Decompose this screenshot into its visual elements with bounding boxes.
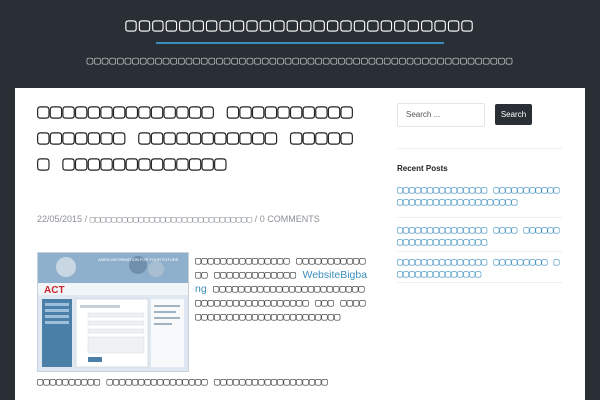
site-title-underline — [156, 42, 444, 44]
content-card: ▢▢▢▢▢▢▢▢▢▢▢▢▢▢ ▢▢▢▢▢▢▢▢▢▢▢▢▢▢▢▢▢ ▢▢▢▢▢▢▢… — [15, 88, 585, 400]
post-title[interactable]: ▢▢▢▢▢▢▢▢▢▢▢▢▢▢ ▢▢▢▢▢▢▢▢▢▢▢▢▢▢▢▢▢ ▢▢▢▢▢▢▢… — [37, 98, 357, 176]
post-thumbnail[interactable]: ACT ANEW INFORMATION FOR YOUR FUTURE — [37, 252, 189, 372]
sidebar-divider — [397, 282, 562, 283]
excerpt-text-continued: ▢▢▢▢▢▢▢▢▢▢▢▢▢▢▢▢▢▢▢▢▢▢▢▢▢▢▢▢▢▢▢▢▢▢▢▢▢▢▢▢… — [195, 283, 366, 323]
thumbnail-image: ACT ANEW INFORMATION FOR YOUR FUTURE — [38, 253, 188, 371]
site-title[interactable]: ▢▢▢▢▢▢▢▢▢▢▢▢▢▢▢▢▢▢▢▢▢▢▢▢▢▢ — [0, 14, 600, 36]
thumbnail-logo-text: ACT — [44, 285, 65, 296]
post-comments-link[interactable]: 0 COMMENTS — [260, 214, 320, 224]
sidebar-divider — [397, 217, 562, 218]
post-meta: 22/05/2015 / ▢▢▢▢▢▢▢▢▢▢▢▢▢▢▢▢▢▢▢▢▢▢▢▢▢▢▢… — [37, 212, 347, 227]
site-header: ▢▢▢▢▢▢▢▢▢▢▢▢▢▢▢▢▢▢▢▢▢▢▢▢▢▢ ▢▢▢▢▢▢▢▢▢▢▢▢▢… — [0, 0, 600, 88]
thumbnail-banner-text: ANEW INFORMATION FOR YOUR FUTURE — [98, 257, 179, 262]
post-excerpt-tail: ▢▢▢▢▢▢▢▢▢▢ ▢▢▢▢▢▢▢▢▢▢▢▢▢▢▢▢ ▢▢▢▢▢▢▢▢▢▢▢▢… — [37, 376, 328, 388]
search-button[interactable]: Search — [495, 104, 532, 125]
search-input[interactable]: Search ... — [397, 103, 485, 127]
meta-separator: / — [84, 214, 88, 224]
recent-post-link[interactable]: ▢▢▢▢▢▢▢▢▢▢▢▢▢▢▢ ▢▢▢▢▢▢▢▢▢ ▢▢▢▢▢▢▢▢▢▢▢▢▢▢… — [397, 257, 562, 281]
post-category[interactable]: ▢▢▢▢▢▢▢▢▢▢▢▢▢▢▢▢▢▢▢▢▢▢▢▢▢▢▢▢▢▢ — [90, 215, 253, 225]
site-description: ▢▢▢▢▢▢▢▢▢▢▢▢▢▢▢▢▢▢▢▢▢▢▢▢▢▢▢▢▢▢▢▢▢▢▢▢▢▢▢▢… — [86, 54, 514, 67]
post-excerpt: ▢▢▢▢▢▢▢▢▢▢▢▢▢▢▢ ▢▢▢▢▢▢▢▢▢▢▢▢▢ ▢▢▢▢▢▢▢▢▢▢… — [195, 254, 370, 324]
recent-post-link[interactable]: ▢▢▢▢▢▢▢▢▢▢▢▢▢▢▢ ▢▢▢▢▢▢▢▢▢▢▢▢▢▢▢▢▢▢▢▢▢▢▢▢… — [397, 185, 562, 209]
recent-posts-title: Recent Posts — [397, 164, 448, 173]
post-date[interactable]: 22/05/2015 — [37, 214, 82, 224]
sidebar-divider — [397, 148, 562, 149]
sidebar-divider — [397, 251, 562, 252]
recent-post-link[interactable]: ▢▢▢▢▢▢▢▢▢▢▢▢▢▢▢ ▢▢▢▢ ▢▢▢▢▢▢ ▢▢▢▢▢▢▢▢▢▢▢▢… — [397, 225, 562, 249]
meta-separator: / — [254, 214, 258, 224]
